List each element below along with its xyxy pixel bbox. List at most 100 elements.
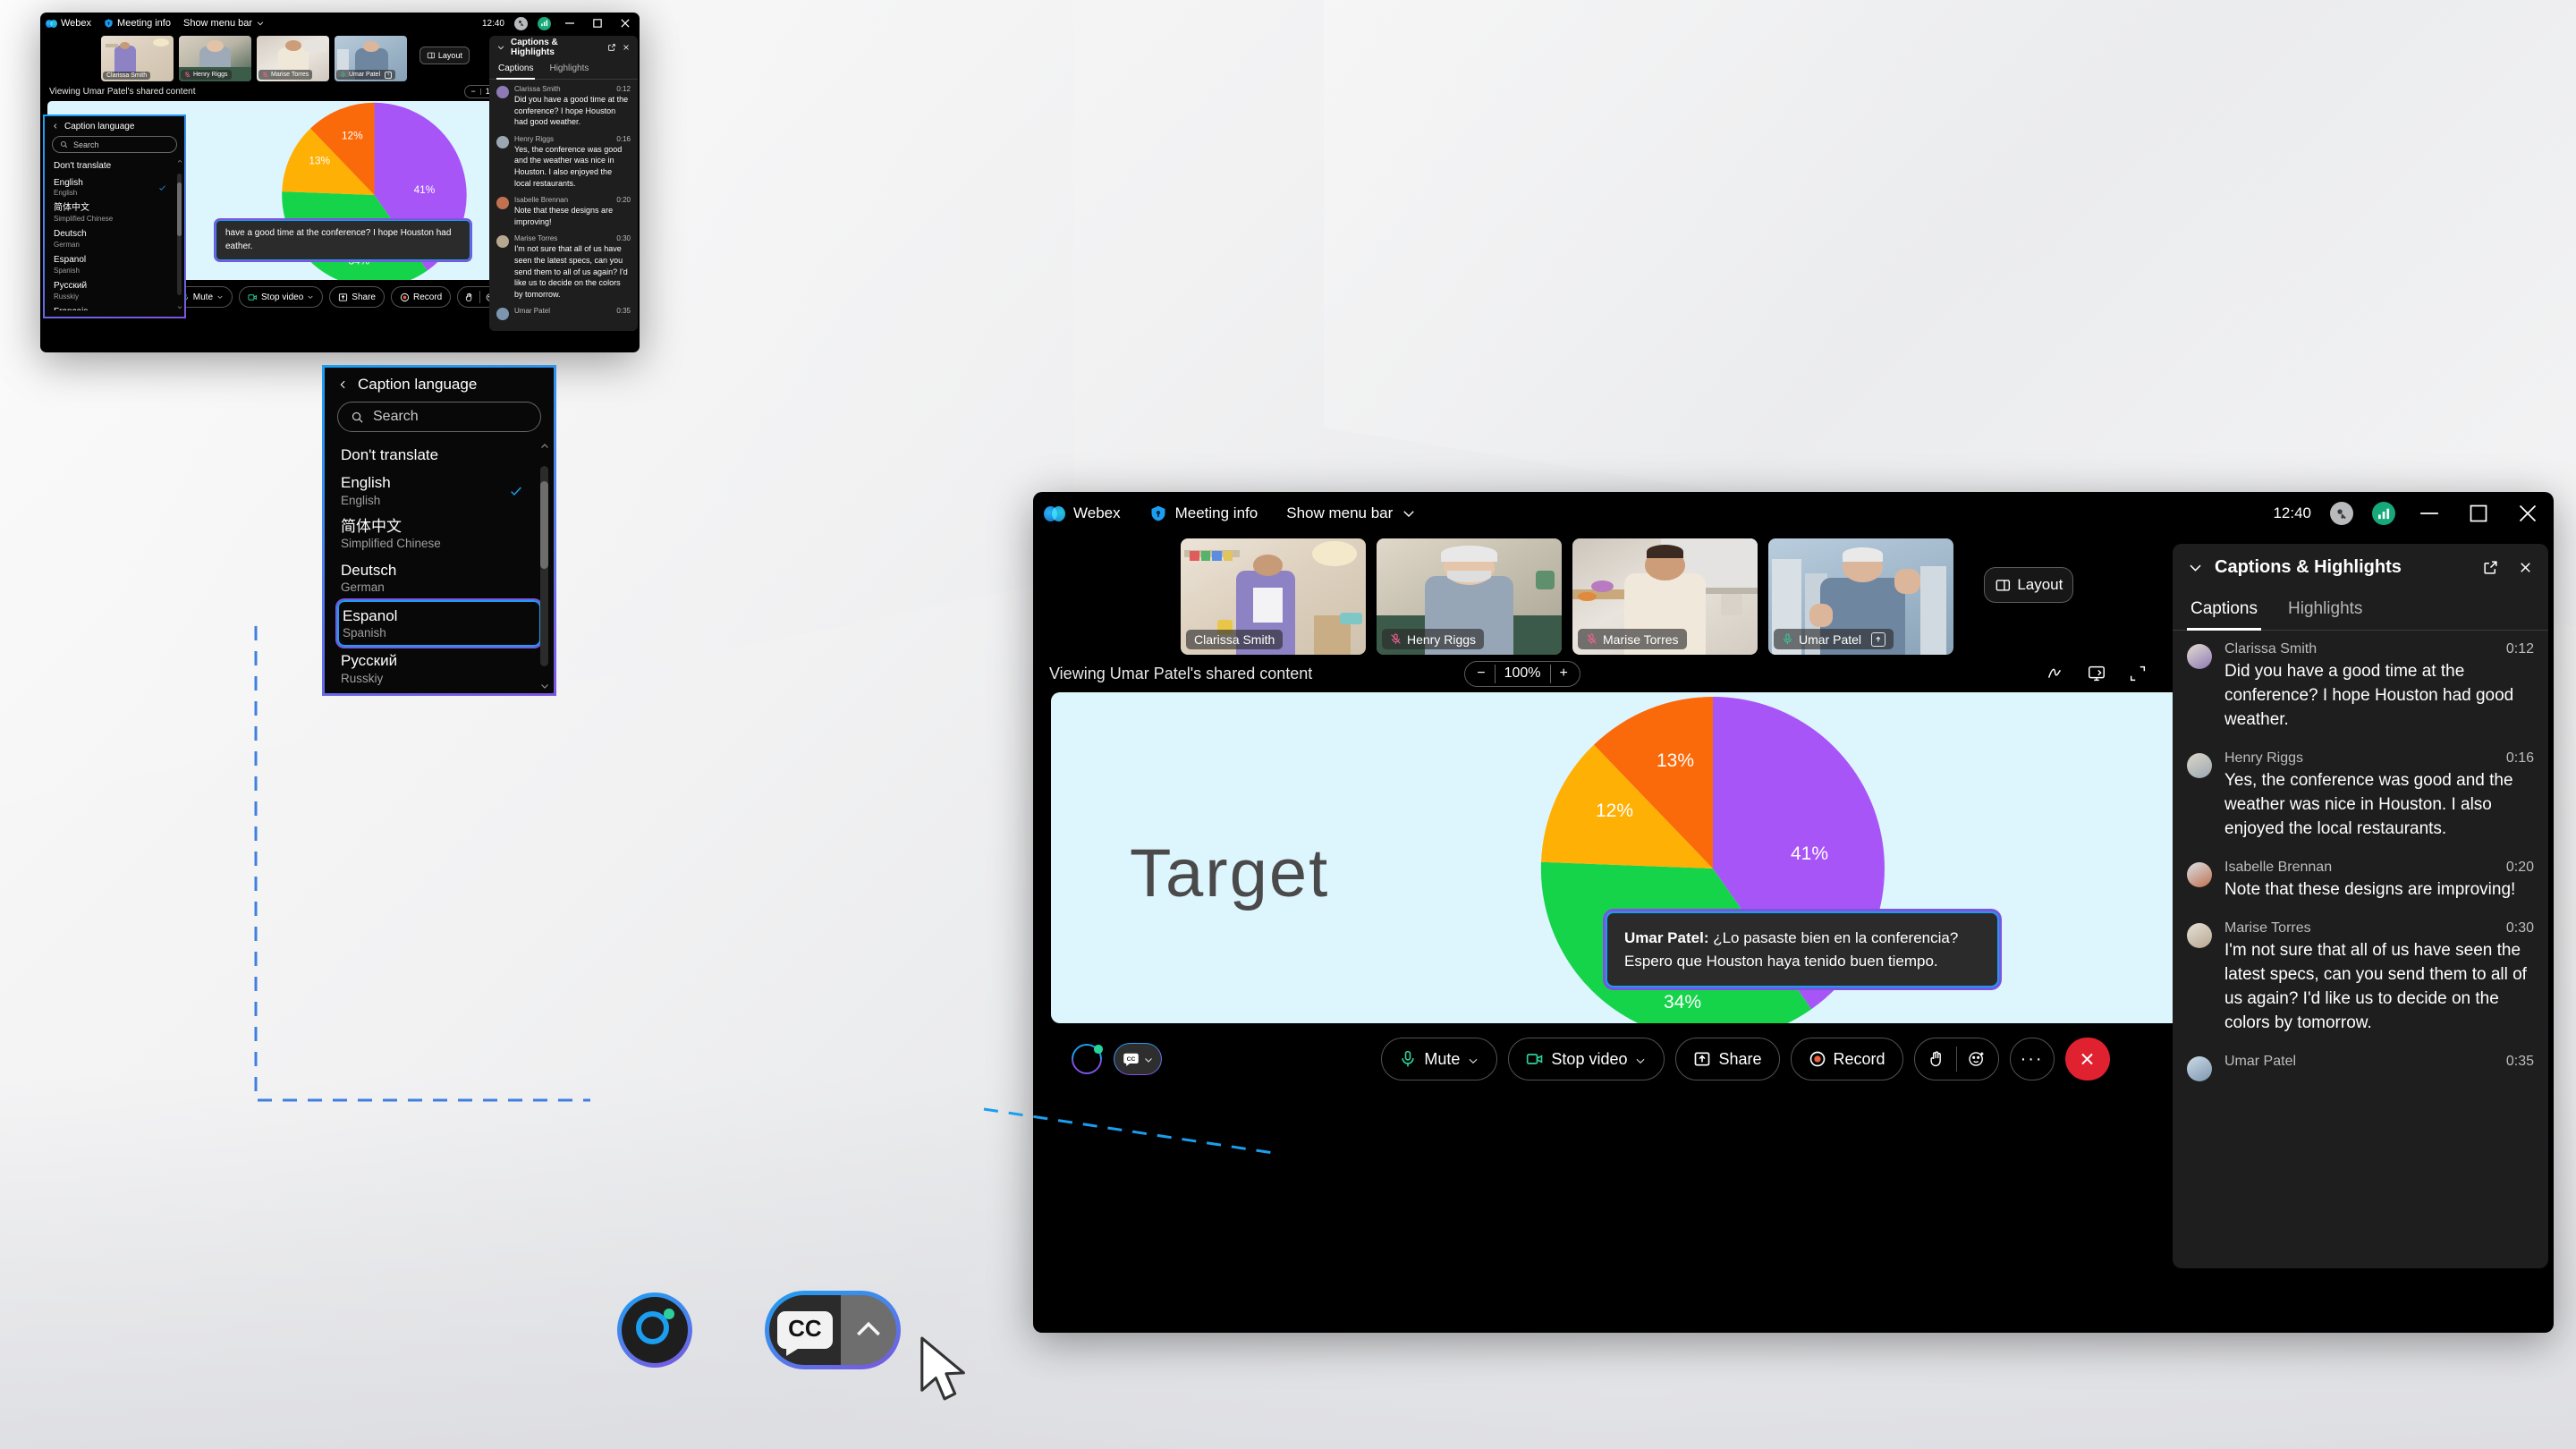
language-option[interactable]: Espanol Spanish [52,252,177,278]
caption-language-popover[interactable]: Caption language Search Don't translate … [43,114,186,318]
search-input[interactable]: Search [52,136,177,153]
close-icon[interactable] [2517,559,2534,576]
present-icon[interactable] [2087,664,2106,683]
maximize-button[interactable] [589,14,606,32]
caption-language-popover-callout[interactable]: Caption language Search Don't translate … [322,365,556,696]
chevron-down-icon[interactable] [1467,1053,1479,1065]
close-button[interactable] [2512,498,2543,529]
close-button[interactable] [616,14,634,32]
search-input[interactable]: Search [337,402,541,432]
language-option[interactable]: Francais [52,304,177,310]
language-option[interactable]: Deutsch German [337,556,541,600]
language-option[interactable]: English English [52,175,177,201]
webex-window-after[interactable]: Webex Meeting info Show menu bar 12:40 C… [1033,492,2554,1333]
maximize-button[interactable] [2463,498,2494,529]
fullscreen-icon[interactable] [2128,664,2148,683]
record-button[interactable]: Record [390,286,452,308]
language-list[interactable]: Don't translate English English 简体中文 Sim… [325,441,554,691]
tab-captions[interactable]: Captions [2187,590,2261,631]
chevron-left-icon[interactable] [52,122,59,131]
stop-video-button[interactable]: Stop video [1508,1038,1665,1080]
zoom-control[interactable]: − 100% + [1464,660,1580,687]
chevron-down-icon[interactable] [216,293,224,301]
participant-tile[interactable]: Clarissa Smith [101,36,174,81]
connection-key-icon[interactable] [514,16,528,30]
participant-tile[interactable]: Umar Patel [335,36,407,81]
language-option[interactable]: 简体中文 Simplified Chinese [52,200,177,226]
zoom-out-button[interactable]: − [470,87,475,96]
reactions-group[interactable] [1913,1038,1999,1080]
chevron-down-icon[interactable] [1634,1053,1647,1065]
tab-highlights[interactable]: Highlights [2284,590,2366,630]
chevron-left-icon[interactable] [337,377,349,392]
chevron-down-icon[interactable] [2187,559,2204,576]
more-options-button[interactable]: ··· [2009,1038,2055,1080]
chevron-down-icon[interactable] [307,293,314,301]
meeting-info-button[interactable]: Meeting info [1149,504,1258,523]
webex-brand[interactable]: Webex [46,18,91,29]
scrollbar[interactable] [177,158,182,310]
participant-tile[interactable]: Umar Patel [1768,538,1953,655]
webex-brand[interactable]: Webex [1044,504,1121,522]
show-menu-bar-button[interactable]: Show menu bar [183,18,265,29]
participant-tile[interactable]: Henry Riggs [179,36,251,81]
zoom-out-button[interactable]: − [1477,665,1485,682]
participant-tile[interactable]: Marise Torres [1572,538,1758,655]
captions-list[interactable]: Clarissa Smith 0:12 Did you have a good … [2173,631,2548,1099]
closed-captions-button-callout[interactable]: CC [765,1291,901,1369]
network-signal-icon[interactable] [2372,502,2395,525]
show-menu-bar-button[interactable]: Show menu bar [1286,504,1417,522]
minimize-button[interactable] [561,14,579,32]
network-signal-icon[interactable] [538,16,551,30]
captions-list[interactable]: Clarissa Smith 0:12 Did you have a good … [489,80,638,327]
share-button[interactable]: Share [329,286,385,308]
stop-video-button[interactable]: Stop video [239,286,324,308]
tab-captions[interactable]: Captions [496,59,536,80]
scrollbar[interactable] [540,441,548,691]
connection-key-icon[interactable] [2330,502,2353,525]
participant-tile[interactable]: Clarissa Smith [1181,538,1366,655]
mute-button[interactable]: Mute [1381,1038,1498,1080]
zoom-in-button[interactable]: + [1560,665,1568,682]
language-option[interactable]: Русский Russkiy [52,278,177,304]
scroll-up-icon[interactable] [539,441,550,452]
self-view-ring-callout[interactable] [617,1292,692,1368]
language-option[interactable]: Don't translate [337,441,541,469]
tab-highlights[interactable]: Highlights [547,59,590,79]
share-button[interactable]: Share [1675,1038,1780,1080]
annotate-icon[interactable] [2046,664,2065,683]
language-list[interactable]: Don't translate English English 简体中文 Sim… [45,158,184,310]
cc-toggle-half[interactable]: CC [769,1295,841,1365]
raise-hand-icon[interactable] [1928,1050,1945,1068]
language-option[interactable]: Deutsch German [52,226,177,252]
language-option[interactable]: Русский Russkiy [337,647,541,691]
popout-icon[interactable] [2482,559,2499,576]
scroll-down-icon[interactable] [176,304,182,310]
scroll-down-icon[interactable] [539,681,550,691]
popout-icon[interactable] [607,43,616,52]
layout-button[interactable]: Layout [1984,567,2073,603]
layout-button[interactable]: Layout [419,47,470,64]
captions-highlights-panel[interactable]: Captions & Highlights Captions Highlight… [489,36,638,331]
language-option[interactable]: 简体中文 Simplified Chinese [337,513,541,556]
language-option[interactable]: Don't translate [52,158,177,175]
caption-time: 0:35 [616,307,631,316]
end-meeting-button[interactable] [2064,1038,2110,1080]
chevron-down-icon[interactable] [496,43,505,52]
participant-tile[interactable]: Henry Riggs [1377,538,1562,655]
reactions-icon[interactable] [1968,1050,1986,1068]
closed-captions-button[interactable]: CC [1114,1043,1162,1075]
language-option[interactable]: English English [337,469,541,513]
raise-hand-icon[interactable] [464,292,474,302]
language-option-selected[interactable]: Espanol Spanish [337,599,541,648]
meeting-info-button[interactable]: Meeting info [104,18,171,29]
scroll-up-icon[interactable] [176,158,182,165]
layout-icon [427,52,436,59]
self-view-ring[interactable] [1064,1037,1109,1081]
record-button[interactable]: Record [1790,1038,1903,1080]
participant-tile[interactable]: Marise Torres [257,36,329,81]
minimize-button[interactable] [2414,498,2445,529]
close-icon[interactable] [622,43,631,52]
captions-highlights-panel[interactable]: Captions & Highlights Captions Highlight… [2173,544,2548,1268]
cc-menu-half[interactable] [840,1295,896,1365]
